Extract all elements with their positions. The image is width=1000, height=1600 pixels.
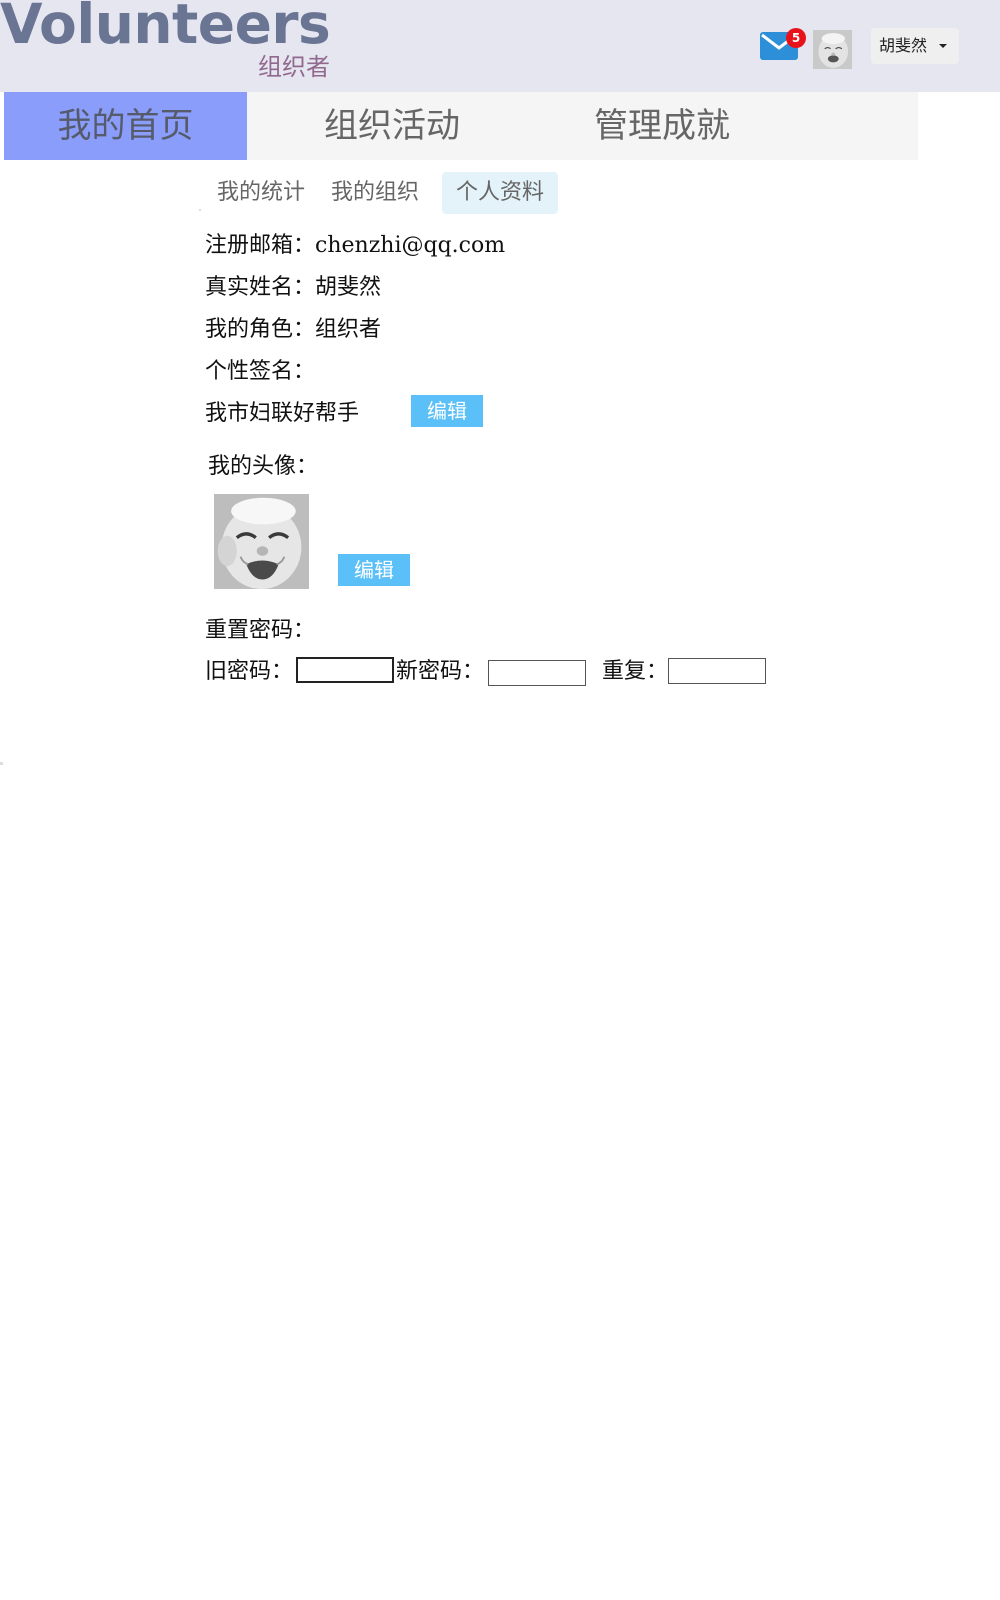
new-password-input[interactable]: [488, 660, 586, 686]
email-row: 注册邮箱：chenzhi@qq.com: [205, 231, 505, 261]
header-avatar[interactable]: [813, 30, 852, 69]
old-password-label: 旧密码：: [205, 659, 294, 684]
old-password-input[interactable]: [296, 657, 394, 683]
stray-dot: [0, 762, 3, 765]
nav-item-activities[interactable]: 组织活动: [287, 92, 497, 160]
divider-dot: [199, 209, 201, 211]
email-label: 注册邮箱：: [205, 233, 316, 258]
repeat-password-input[interactable]: [668, 658, 766, 684]
edit-avatar-button[interactable]: 编辑: [338, 554, 410, 586]
mail-button[interactable]: 5: [760, 28, 806, 66]
signature-label: 个性签名：: [205, 359, 316, 384]
user-role-label: 组织者: [258, 53, 330, 81]
name-label: 真实姓名：: [205, 275, 316, 300]
tab-profile[interactable]: 个人资料: [442, 172, 558, 214]
signature-value: 我市妇联好帮手: [205, 401, 360, 426]
role-label: 我的角色：: [205, 317, 316, 342]
user-menu-dropdown[interactable]: 胡斐然: [871, 28, 959, 64]
new-password-label: 新密码：: [396, 659, 485, 684]
baby-avatar-image: [813, 30, 852, 69]
avatar-label: 我的头像：: [208, 454, 319, 479]
role-row: 我的角色：组织者: [205, 315, 381, 345]
name-row: 真实姓名：胡斐然: [205, 273, 381, 303]
main-nav: 我的首页 组织活动 管理成就: [4, 92, 918, 160]
baby-avatar-image: [214, 494, 309, 589]
reset-password-label: 重置密码：: [205, 618, 316, 643]
brand-logo[interactable]: Volunteers: [0, 0, 331, 56]
user-menu-name: 胡斐然: [879, 36, 928, 55]
profile-avatar: [214, 494, 309, 589]
top-header: Volunteers 组织者 5 胡斐然: [0, 0, 1000, 92]
nav-item-achievements[interactable]: 管理成就: [557, 92, 767, 160]
mail-badge: 5: [786, 28, 806, 48]
nav-item-home[interactable]: 我的首页: [4, 92, 247, 160]
name-value: 胡斐然: [315, 275, 382, 300]
edit-signature-button[interactable]: 编辑: [411, 395, 483, 427]
tab-my-organization[interactable]: 我的组织: [322, 172, 428, 214]
repeat-password-label: 重复：: [602, 659, 669, 684]
role-value: 组织者: [315, 317, 382, 342]
tab-my-stats[interactable]: 我的统计: [208, 172, 314, 214]
caret-down-icon: [939, 44, 947, 48]
email-value: chenzhi@qq.com: [315, 233, 506, 258]
